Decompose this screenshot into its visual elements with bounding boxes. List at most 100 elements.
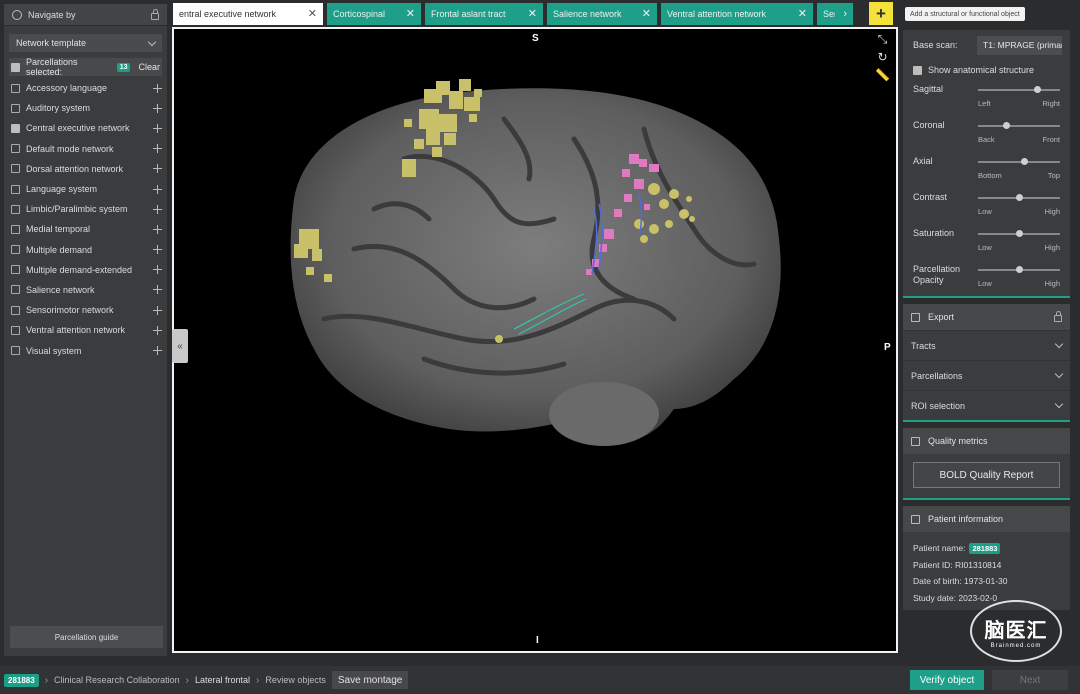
object-tab[interactable]: Corticospinal ✕: [327, 3, 421, 25]
slider-track[interactable]: [978, 158, 1060, 165]
plus-icon[interactable]: [153, 346, 162, 356]
tab-label: Salience network: [553, 9, 622, 19]
close-icon[interactable]: ✕: [642, 8, 651, 20]
show-anatomical-row[interactable]: Show anatomical structure: [903, 60, 1070, 80]
network-checkbox[interactable]: [11, 245, 20, 255]
plus-icon[interactable]: [153, 285, 162, 295]
next-button[interactable]: Next: [992, 670, 1068, 690]
network-checkbox[interactable]: [11, 184, 20, 194]
network-checkbox[interactable]: [11, 103, 20, 113]
slider-track[interactable]: [978, 194, 1060, 201]
plus-icon[interactable]: [153, 103, 162, 113]
network-label: Auditory system: [26, 103, 91, 114]
ruler-icon[interactable]: 📏: [875, 69, 890, 81]
object-tab[interactable]: Frontal aslant tract ✕: [425, 3, 543, 25]
network-item[interactable]: Language system: [4, 179, 167, 199]
slider-knob[interactable]: [1016, 266, 1023, 273]
network-item[interactable]: Medial temporal: [4, 219, 167, 239]
lock-icon[interactable]: [151, 8, 159, 20]
tab-label: Senso: [823, 9, 835, 19]
close-icon[interactable]: ✕: [406, 8, 415, 20]
network-checkbox[interactable]: [11, 285, 20, 295]
plus-icon[interactable]: [153, 204, 162, 214]
save-montage-button[interactable]: Save montage: [331, 671, 409, 689]
slider-knob[interactable]: [1034, 86, 1042, 93]
plus-icon[interactable]: [153, 325, 162, 335]
lock-icon[interactable]: [1054, 311, 1062, 322]
verify-object-button[interactable]: Verify object: [910, 670, 984, 690]
breadcrumb-lateral-frontal[interactable]: Lateral frontal: [195, 675, 250, 685]
network-item[interactable]: Auditory system: [4, 98, 167, 118]
plus-icon[interactable]: [153, 245, 162, 255]
plus-icon[interactable]: [153, 144, 162, 154]
network-item[interactable]: Visual system: [4, 340, 167, 360]
object-tab[interactable]: Salience network ✕: [547, 3, 657, 25]
network-item[interactable]: Multiple demand: [4, 240, 167, 260]
network-checkbox[interactable]: [11, 123, 20, 133]
network-checkbox[interactable]: [11, 164, 20, 174]
network-checkbox[interactable]: [11, 325, 20, 335]
slider-knob[interactable]: [1002, 122, 1010, 129]
network-item[interactable]: Multiple demand-extended: [4, 260, 167, 280]
bold-quality-report-button[interactable]: BOLD Quality Report: [913, 462, 1060, 488]
network-item[interactable]: Limbic/Paralimbic system: [4, 199, 167, 219]
plus-icon[interactable]: [153, 123, 162, 133]
patient-title: Patient information: [928, 514, 1004, 524]
plus-icon[interactable]: [153, 224, 162, 234]
network-item[interactable]: Default mode network: [4, 139, 167, 159]
brain-viewer[interactable]: S P I ⤡ ↻ 📏: [172, 27, 898, 653]
show-anatomical-checkbox[interactable]: [913, 65, 922, 75]
slider-track[interactable]: [978, 266, 1060, 273]
network-template-select[interactable]: Network template: [9, 34, 162, 52]
clear-button[interactable]: Clear: [138, 62, 160, 72]
network-checkbox[interactable]: [11, 224, 20, 234]
network-item[interactable]: Ventral attention network: [4, 320, 167, 340]
slider-track[interactable]: [978, 230, 1060, 237]
parcellation-guide-button[interactable]: Parcellation guide: [10, 626, 163, 648]
chevron-right-icon[interactable]: ›: [843, 8, 847, 20]
breadcrumb-review-objects[interactable]: Review objects: [265, 675, 326, 685]
network-checkbox[interactable]: [11, 265, 20, 275]
export-accordion-item[interactable]: Parcellations: [903, 360, 1070, 390]
collapse-arrows-icon[interactable]: ⤡: [878, 33, 888, 45]
plus-icon[interactable]: [153, 164, 162, 174]
slider-knob[interactable]: [1016, 230, 1023, 237]
rotate-icon[interactable]: ↻: [877, 51, 887, 63]
slider-track[interactable]: [978, 86, 1060, 93]
export-accordion-item[interactable]: ROI selection: [903, 390, 1070, 420]
base-scan-select[interactable]: T1: MPRAGE (primar: [977, 35, 1062, 55]
compass-icon: [12, 9, 22, 20]
network-checkbox[interactable]: [11, 305, 20, 315]
network-checkbox[interactable]: [11, 346, 20, 356]
object-tab[interactable]: entral executive network ✕: [173, 3, 323, 25]
network-checkbox[interactable]: [11, 144, 20, 154]
network-item[interactable]: Sensorimotor network: [4, 300, 167, 320]
network-checkbox[interactable]: [11, 204, 20, 214]
network-item[interactable]: Accessory language: [4, 78, 167, 98]
close-icon[interactable]: ✕: [528, 8, 537, 20]
plus-icon[interactable]: [153, 184, 162, 194]
network-item[interactable]: Salience network: [4, 280, 167, 300]
slider-knob[interactable]: [1016, 194, 1023, 201]
export-header[interactable]: Export: [903, 304, 1070, 330]
slider-knob[interactable]: [1020, 158, 1028, 165]
plus-icon[interactable]: [153, 83, 162, 93]
export-accordion-item[interactable]: Tracts: [903, 330, 1070, 360]
select-all-checkbox[interactable]: [11, 62, 20, 72]
object-tab[interactable]: Ventral attention network ✕: [661, 3, 813, 25]
breadcrumb-project[interactable]: Clinical Research Collaboration: [54, 675, 180, 685]
network-checkbox[interactable]: [11, 83, 20, 93]
network-item[interactable]: Central executive network: [4, 118, 167, 138]
network-item[interactable]: Dorsal attention network: [4, 159, 167, 179]
plus-icon[interactable]: [153, 265, 162, 275]
network-label: Multiple demand-extended: [26, 264, 133, 275]
quality-title: Quality metrics: [928, 436, 988, 446]
add-object-button[interactable]: +: [869, 2, 893, 25]
collapse-sidebar-button[interactable]: «: [172, 329, 188, 363]
close-icon[interactable]: ✕: [798, 8, 807, 20]
plus-icon[interactable]: [153, 305, 162, 315]
object-tab[interactable]: Senso ›: [817, 3, 853, 25]
breadcrumb-patient-id[interactable]: 281883: [4, 673, 39, 687]
close-icon[interactable]: ✕: [308, 8, 317, 20]
slider-track[interactable]: [978, 122, 1060, 129]
